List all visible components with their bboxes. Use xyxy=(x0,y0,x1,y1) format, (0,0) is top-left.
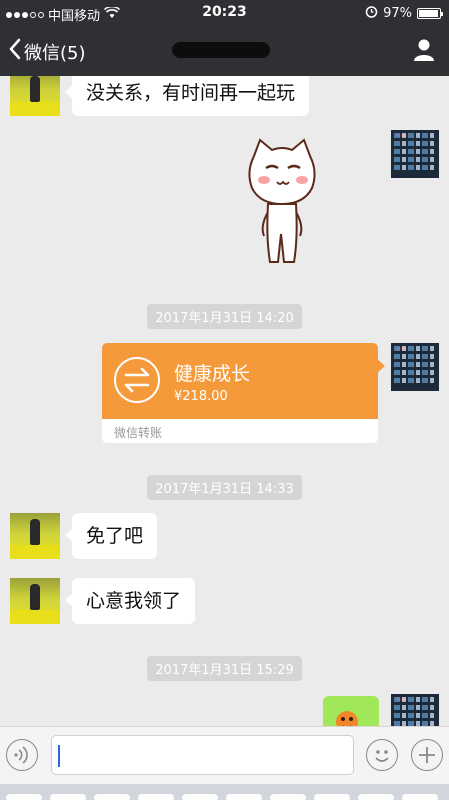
avatar[interactable] xyxy=(391,343,439,391)
transfer-arrows-icon xyxy=(114,357,160,403)
avatar[interactable] xyxy=(391,694,439,726)
nav-bar: 微信(5) xyxy=(0,26,449,76)
keyboard-key xyxy=(6,794,42,800)
keyboard-key xyxy=(94,794,130,800)
transfer-header: 健康成长 ¥218.00 xyxy=(102,343,385,419)
keyboard-peek xyxy=(0,784,449,800)
person-icon[interactable] xyxy=(413,38,435,66)
orange-face-sticker[interactable] xyxy=(323,696,379,726)
redacted-chat-title xyxy=(172,42,270,58)
keyboard-key xyxy=(270,794,306,800)
keyboard-key xyxy=(402,794,438,800)
message-bubble[interactable]: 免了吧 xyxy=(64,513,158,559)
chevron-left-icon xyxy=(8,38,22,65)
avatar[interactable] xyxy=(391,130,439,178)
text-caret xyxy=(58,745,60,767)
back-label: 微信(5) xyxy=(24,42,86,64)
battery-label: 97% xyxy=(383,6,412,21)
keyboard-key xyxy=(226,794,262,800)
transfer-amount: ¥218.00 xyxy=(174,389,228,404)
status-right: 97% xyxy=(365,5,443,22)
timestamp-label: 2017年1月31日 14:20 xyxy=(147,304,302,329)
timestamp-label: 2017年1月31日 14:33 xyxy=(147,475,302,500)
timestamp: 2017年1月31日 14:20 xyxy=(0,304,449,329)
plus-icon[interactable] xyxy=(411,739,443,771)
keyboard-key xyxy=(314,794,350,800)
keyboard-key xyxy=(358,794,394,800)
white-cat-sticker[interactable] xyxy=(246,138,318,268)
timestamp: 2017年1月31日 15:29 xyxy=(0,656,449,681)
emoji-icon[interactable] xyxy=(366,739,398,771)
chat-area[interactable]: 没关系，有时间再一起玩 2017年1月31日 14:20 健康成长 ¥218.0… xyxy=(0,76,449,726)
transfer-source: 微信转账 xyxy=(114,426,163,440)
input-bar xyxy=(0,726,449,784)
message-bubble[interactable]: 没关系，有时间再一起玩 xyxy=(64,76,310,116)
avatar[interactable] xyxy=(10,76,60,116)
keyboard-key xyxy=(138,794,174,800)
battery-icon xyxy=(417,8,443,19)
keyboard-key xyxy=(182,794,218,800)
battery-fill xyxy=(419,10,439,17)
message-bubble[interactable]: 心意我领了 xyxy=(64,578,196,624)
keyboard-key xyxy=(50,794,86,800)
avatar[interactable] xyxy=(10,513,60,559)
avatar[interactable] xyxy=(10,578,60,624)
back-button[interactable]: 微信(5) xyxy=(8,38,86,65)
transfer-name: 健康成长 xyxy=(174,363,251,385)
timestamp-label: 2017年1月31日 15:29 xyxy=(147,656,302,681)
message-input[interactable] xyxy=(51,735,354,775)
voice-icon[interactable] xyxy=(6,739,38,771)
timestamp: 2017年1月31日 14:33 xyxy=(0,475,449,500)
transfer-card[interactable]: 健康成长 ¥218.00 微信转账 xyxy=(102,343,385,443)
status-bar: 中国移动 20:23 97% xyxy=(0,0,449,26)
alarm-icon xyxy=(365,5,378,22)
